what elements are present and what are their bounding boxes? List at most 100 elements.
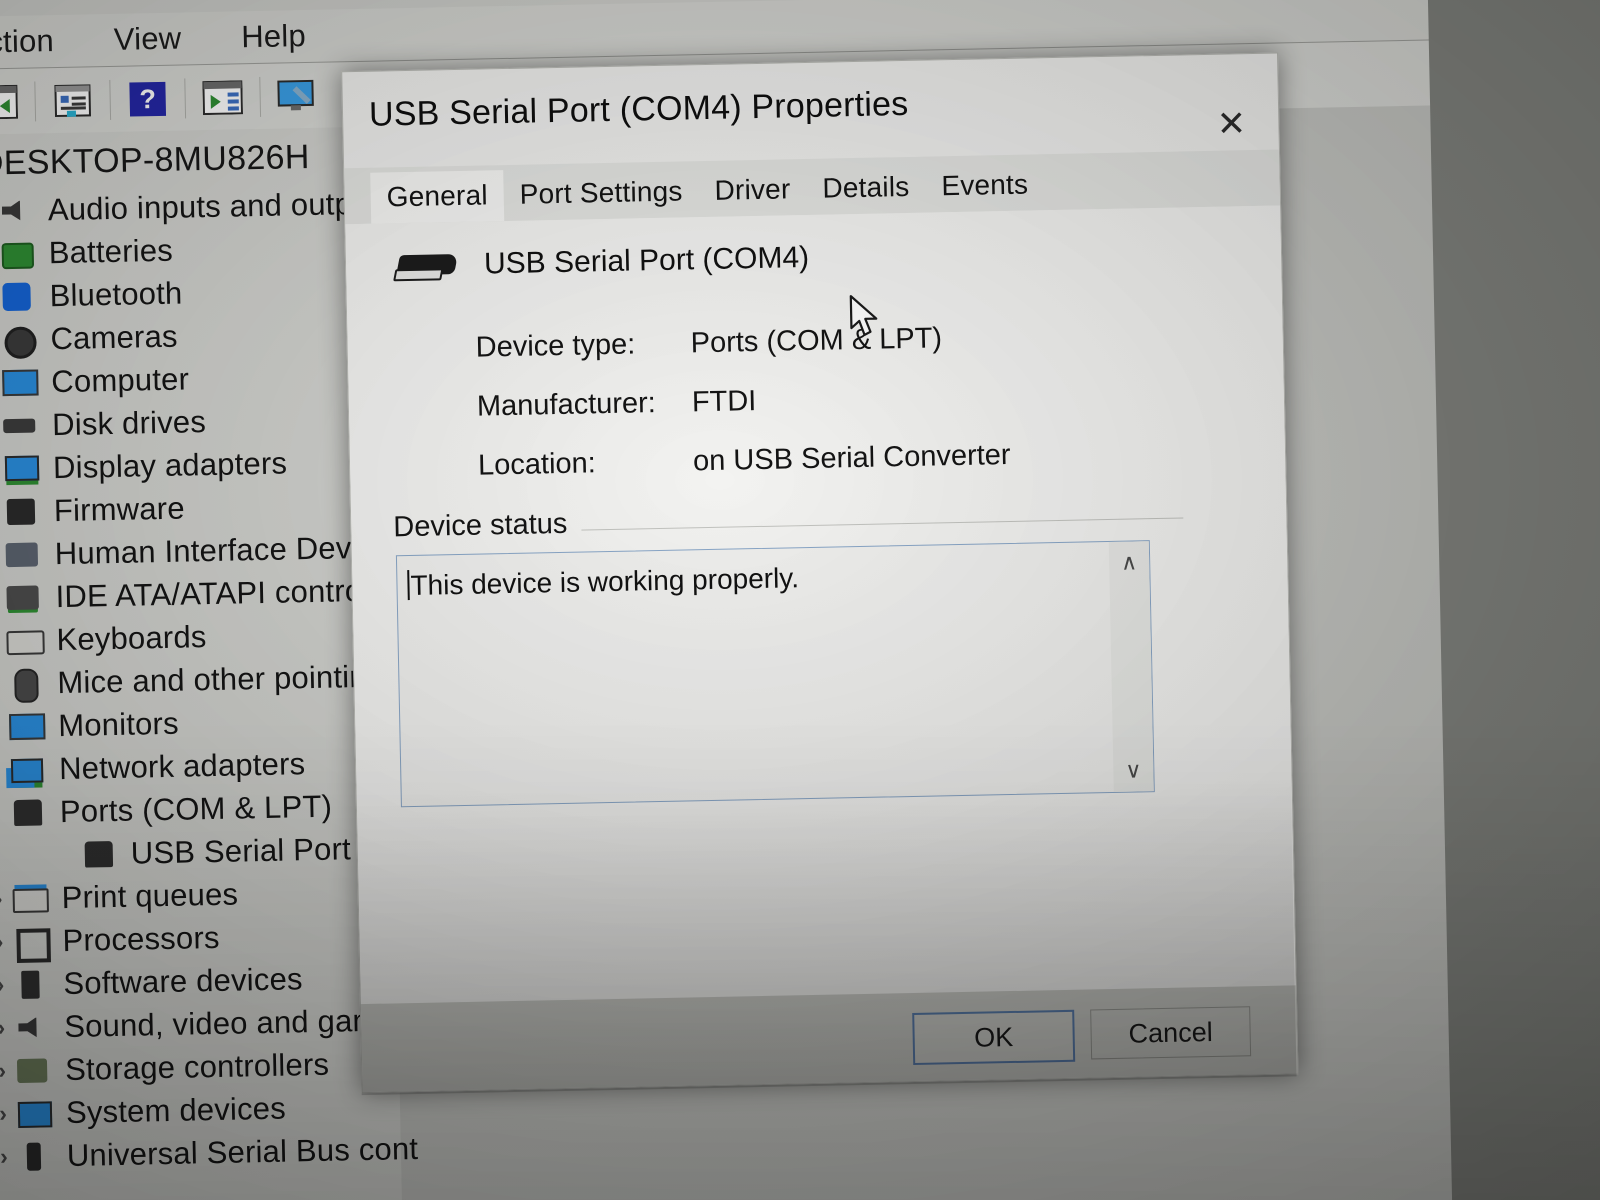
menu-item-view[interactable]: View: [113, 21, 181, 58]
device-properties-list: Device type: Ports (COM & LPT) Manufactu…: [475, 321, 1011, 509]
toolbar-separator: [109, 79, 112, 120]
property-row-manufacturer: Manufacturer: FTDI: [477, 380, 1010, 424]
property-value: FTDI: [691, 385, 757, 419]
storage-controller-icon: [13, 1053, 54, 1088]
tab-driver[interactable]: Driver: [698, 164, 807, 217]
properties-icon[interactable]: [45, 75, 100, 126]
property-value: on USB Serial Converter: [692, 438, 1011, 478]
general-tab-panel: USB Serial Port (COM4) Device type: Port…: [345, 205, 1296, 1005]
disk-drive-icon: [0, 408, 41, 443]
chevron-right-icon[interactable]: ›: [0, 971, 12, 998]
property-row-device-type: Device type: Ports (COM & LPT): [475, 321, 1008, 365]
tree-item-label: Print queues: [61, 876, 239, 915]
camera-icon: [0, 322, 39, 359]
processor-icon: [10, 924, 51, 963]
tree-item-label: Cameras: [50, 318, 178, 356]
tree-item[interactable]: › Universal Serial Bus cont: [0, 1127, 418, 1179]
toolbar-separator: [184, 78, 187, 119]
device-status-group: Device status This device is working pro…: [393, 497, 1189, 823]
tree-item-label: Batteries: [48, 232, 174, 270]
tree-item-label: Disk drives: [51, 403, 207, 442]
help-icon[interactable]: ?: [120, 74, 175, 125]
desktop-background: [1427, 0, 1600, 1200]
show-hide-action-pane-icon[interactable]: [195, 72, 250, 123]
device-status-label: Device status: [393, 507, 582, 545]
tree-item-label: Keyboards: [56, 618, 207, 657]
show-hide-console-tree-icon[interactable]: [0, 77, 25, 128]
tree-item-label: System devices: [65, 1090, 287, 1130]
tree-item-label: Network adapters: [58, 745, 306, 786]
keyboard-icon: [4, 623, 45, 658]
port-icon: [78, 836, 119, 871]
toolbar-separator: [34, 81, 37, 122]
menu-item-action[interactable]: Action: [0, 23, 54, 61]
tree-item-label: Processors: [62, 919, 220, 958]
port-icon: [8, 795, 49, 830]
bluetooth-icon: [0, 279, 38, 314]
sound-video-icon: [12, 1010, 53, 1045]
property-label: Device type:: [475, 328, 636, 364]
chevron-right-icon[interactable]: ›: [0, 1143, 15, 1170]
cancel-button[interactable]: Cancel: [1090, 1006, 1252, 1060]
device-tree: DESKTOP-8MU826H › Audio inputs and output…: [0, 126, 443, 1200]
computer-icon: [0, 365, 40, 400]
serial-port-icon: [393, 244, 461, 287]
device-status-textbox[interactable]: This device is working properly. ∧ ∨: [395, 540, 1155, 808]
tab-events[interactable]: Events: [925, 159, 1045, 212]
tree-item-label: Sound, video and game: [63, 1001, 397, 1044]
tab-details[interactable]: Details: [806, 162, 926, 215]
ok-button[interactable]: OK: [912, 1009, 1076, 1066]
tree-root-computer-name[interactable]: DESKTOP-8MU826H: [0, 137, 381, 184]
menu-item-help[interactable]: Help: [241, 18, 306, 55]
chevron-right-icon[interactable]: ›: [0, 1057, 13, 1084]
scan-for-hardware-changes-icon[interactable]: [270, 71, 325, 122]
tree-item-label: Monitors: [57, 705, 180, 743]
svg-text:?: ?: [139, 84, 156, 114]
device-name-label: USB Serial Port (COM4): [483, 240, 810, 281]
hid-icon: [2, 537, 43, 572]
close-icon[interactable]: ✕: [1206, 98, 1257, 149]
tab-port-settings[interactable]: Port Settings: [503, 166, 699, 221]
tree-item-label: Storage controllers: [64, 1046, 330, 1087]
property-label: Location:: [477, 447, 597, 482]
system-device-icon: [14, 1096, 55, 1131]
device-status-text: This device is working properly.: [407, 562, 799, 602]
network-adapter-icon: [7, 752, 48, 787]
speaker-icon: [0, 193, 36, 228]
mouse-cursor: [849, 294, 884, 341]
usb-controller-icon: [15, 1139, 56, 1174]
firmware-chip-icon: [2, 494, 43, 529]
scroll-down-icon[interactable]: ∨: [1125, 757, 1142, 783]
ide-controller-icon: [3, 580, 44, 615]
tree-item-label: Universal Serial Bus cont: [66, 1130, 419, 1173]
device-header: USB Serial Port (COM4): [393, 237, 810, 287]
tree-item-label: Mice and other pointing: [57, 658, 385, 700]
toolbar-separator: [259, 76, 262, 117]
software-device-icon: [11, 967, 52, 1002]
tree-item-label: Ports (COM & LPT): [59, 788, 333, 829]
tab-general[interactable]: General: [370, 170, 505, 224]
tree-item-label: Bluetooth: [49, 275, 183, 313]
device-status-message: This device is working properly.: [410, 562, 800, 602]
status-scrollbar[interactable]: ∧ ∨: [1108, 541, 1154, 792]
usb-serial-port-properties-dialog: USB Serial Port (COM4) Properties ✕ Gene…: [341, 52, 1299, 1094]
chevron-right-icon[interactable]: ›: [0, 928, 11, 955]
battery-icon: [0, 236, 37, 271]
tree-item-label: Software devices: [63, 960, 303, 1001]
display-adapter-icon: [1, 451, 42, 486]
monitor-icon: [6, 709, 47, 744]
scroll-up-icon[interactable]: ∧: [1121, 549, 1138, 575]
property-value: Ports (COM & LPT): [690, 322, 943, 360]
property-row-location: Location: on USB Serial Converter: [478, 439, 1011, 483]
chevron-right-icon[interactable]: ›: [0, 1100, 14, 1127]
printer-icon: [9, 881, 50, 916]
dialog-footer: OK Cancel: [360, 985, 1298, 1093]
tree-item-label: Display adapters: [52, 444, 288, 485]
chevron-right-icon[interactable]: ›: [0, 1014, 13, 1041]
mouse-icon: [5, 666, 46, 703]
screen-photo: Action View Help ? DESKTOP-8MU826H Audio…: [0, 0, 1600, 1200]
dialog-title: USB Serial Port (COM4) Properties: [368, 84, 909, 134]
property-label: Manufacturer:: [476, 387, 657, 423]
tree-item-label: Computer: [50, 360, 190, 399]
chevron-right-icon[interactable]: ›: [0, 885, 10, 912]
